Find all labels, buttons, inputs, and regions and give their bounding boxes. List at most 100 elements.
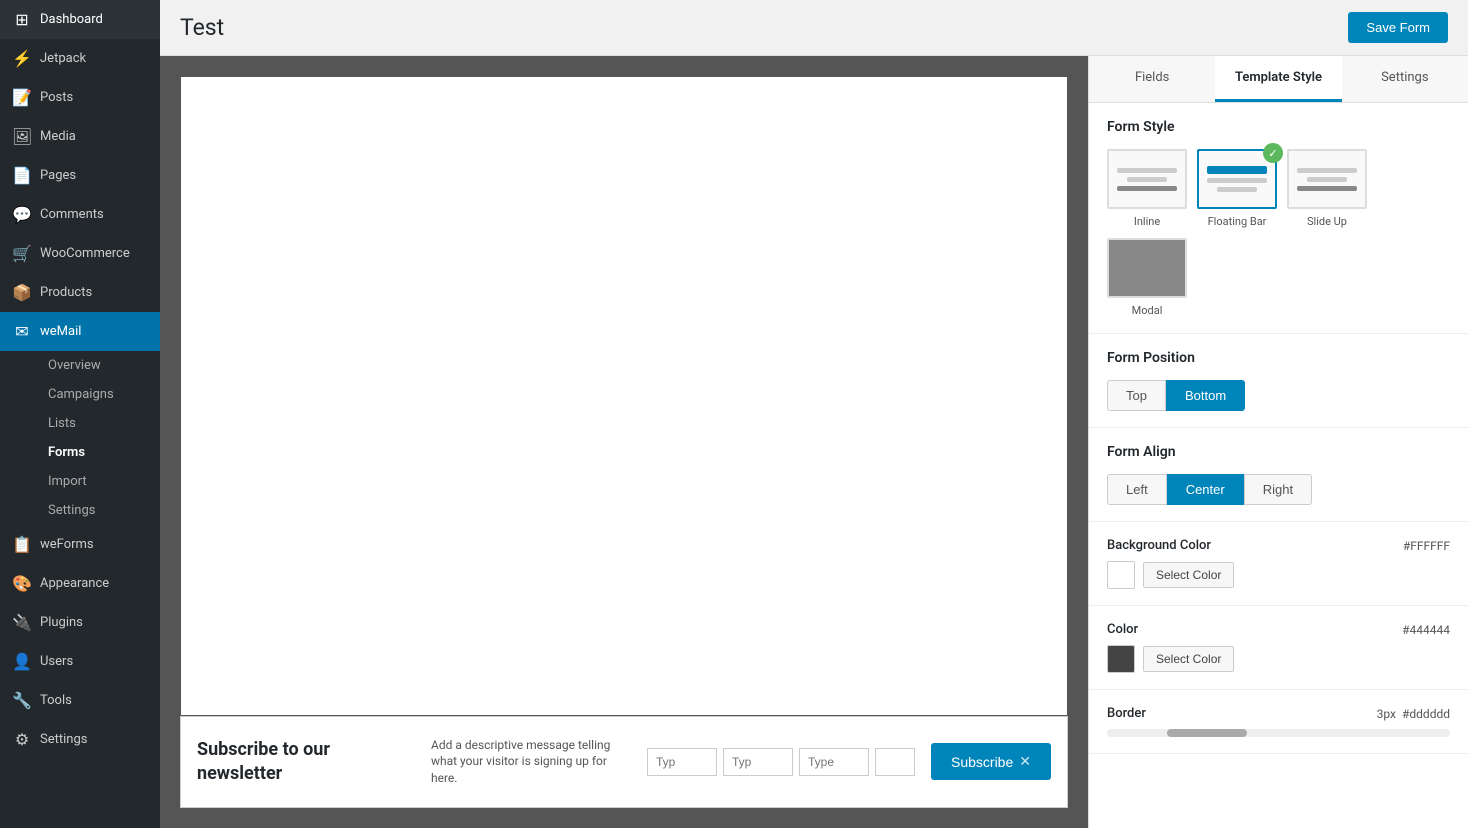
color-label: Color bbox=[1107, 622, 1138, 637]
style-inline-label: Inline bbox=[1134, 215, 1160, 228]
content-area: Subscribe to our newsletter Add a descri… bbox=[160, 56, 1468, 828]
form-position-title: Form Position bbox=[1107, 350, 1450, 366]
sidebar-item-lists[interactable]: Lists bbox=[36, 409, 160, 438]
selected-check: ✓ bbox=[1263, 143, 1283, 163]
sidebar-item-posts[interactable]: 📝 Posts bbox=[0, 78, 160, 117]
sidebar-item-overview[interactable]: Overview bbox=[36, 351, 160, 380]
sidebar-submenu: Overview Campaigns Lists Forms Import Se… bbox=[0, 351, 160, 525]
style-inline-thumb bbox=[1107, 149, 1187, 209]
style-floating-bar-thumb: ✓ bbox=[1197, 149, 1277, 209]
style-floating-bar[interactable]: ✓ Floating Bar bbox=[1197, 149, 1277, 228]
subscribe-text-block: Subscribe to our newsletter bbox=[197, 738, 415, 785]
sidebar-item-comments[interactable]: 💬 Comments bbox=[0, 195, 160, 234]
sidebar-item-dashboard[interactable]: ⊞ Dashboard bbox=[0, 0, 160, 39]
thumb-line bbox=[1297, 186, 1357, 191]
page-title: Test bbox=[180, 14, 224, 41]
color-swatch[interactable] bbox=[1107, 645, 1135, 673]
style-slide-up-thumb bbox=[1287, 149, 1367, 209]
style-inline[interactable]: Inline bbox=[1107, 149, 1187, 228]
tab-settings[interactable]: Settings bbox=[1342, 56, 1468, 102]
save-form-button[interactable]: Save Form bbox=[1348, 12, 1448, 43]
sidebar-item-campaigns[interactable]: Campaigns bbox=[36, 380, 160, 409]
pages-icon: 📄 bbox=[12, 166, 32, 185]
color-picker-row: Select Color bbox=[1107, 645, 1450, 673]
style-modal-thumb bbox=[1107, 238, 1187, 298]
tab-fields[interactable]: Fields bbox=[1089, 56, 1215, 102]
sidebar-item-plugins[interactable]: 🔌 Plugins bbox=[0, 603, 160, 642]
sidebar-item-products[interactable]: 📦 Products bbox=[0, 273, 160, 312]
subscribe-desc: Add a descriptive message telling what y… bbox=[431, 737, 631, 787]
jetpack-icon: ⚡ bbox=[12, 49, 32, 68]
style-slide-up[interactable]: Slide Up bbox=[1287, 149, 1367, 228]
products-icon: 📦 bbox=[12, 283, 32, 302]
field-3[interactable] bbox=[799, 748, 869, 776]
background-color-label: Background Color bbox=[1107, 538, 1211, 553]
sidebar-item-woocommerce[interactable]: 🛒 WooCommerce bbox=[0, 234, 160, 273]
settings2-icon: ⚙ bbox=[12, 730, 32, 749]
topbar: Test Save Form bbox=[160, 0, 1468, 56]
comments-icon: 💬 bbox=[12, 205, 32, 224]
sidebar-item-pages[interactable]: 📄 Pages bbox=[0, 156, 160, 195]
sidebar-item-weforms[interactable]: 📋 weForms bbox=[0, 525, 160, 564]
form-style-section: Form Style Inline ✓ bbox=[1089, 103, 1468, 334]
background-color-row: Background Color #FFFFFF bbox=[1107, 538, 1450, 553]
thumb-line bbox=[1297, 168, 1357, 173]
weforms-icon: 📋 bbox=[12, 535, 32, 554]
media-icon: 🖼 bbox=[12, 127, 32, 146]
sidebar-item-wemail[interactable]: ✉ weMail bbox=[0, 312, 160, 351]
sidebar-item-settings2[interactable]: ⚙ Settings bbox=[0, 720, 160, 759]
field-4[interactable] bbox=[875, 748, 915, 776]
border-label: Border bbox=[1107, 706, 1146, 721]
align-left-button[interactable]: Left bbox=[1107, 474, 1167, 505]
sidebar-item-import[interactable]: Import bbox=[36, 467, 160, 496]
close-icon: ✕ bbox=[1019, 753, 1031, 770]
appearance-icon: 🎨 bbox=[12, 574, 32, 593]
users-icon: 👤 bbox=[12, 652, 32, 671]
position-bottom-button[interactable]: Bottom bbox=[1166, 380, 1245, 411]
form-style-title: Form Style bbox=[1107, 119, 1450, 135]
position-top-button[interactable]: Top bbox=[1107, 380, 1166, 411]
plugins-icon: 🔌 bbox=[12, 613, 32, 632]
background-color-select-button[interactable]: Select Color bbox=[1143, 562, 1234, 588]
style-modal[interactable]: Modal bbox=[1107, 238, 1187, 317]
color-select-button[interactable]: Select Color bbox=[1143, 646, 1234, 672]
thumb-line bbox=[1117, 186, 1177, 191]
field-1[interactable] bbox=[647, 748, 717, 776]
thumb-line-blue bbox=[1207, 166, 1267, 174]
form-fields-row bbox=[647, 748, 915, 776]
border-slider-track[interactable] bbox=[1107, 729, 1450, 737]
sidebar-item-tools[interactable]: 🔧 Tools bbox=[0, 681, 160, 720]
sidebar: ⊞ Dashboard ⚡ Jetpack 📝 Posts 🖼 Media 📄 … bbox=[0, 0, 160, 828]
background-color-picker-row: Select Color bbox=[1107, 561, 1450, 589]
posts-icon: 📝 bbox=[12, 88, 32, 107]
tab-template-style[interactable]: Template Style bbox=[1215, 56, 1341, 102]
color-value: #444444 bbox=[1402, 623, 1450, 637]
sidebar-item-settings[interactable]: Settings bbox=[36, 496, 160, 525]
background-color-swatch[interactable] bbox=[1107, 561, 1135, 589]
background-color-section: Background Color #FFFFFF Select Color bbox=[1089, 522, 1468, 606]
thumb-line bbox=[1217, 187, 1257, 192]
color-row: Color #444444 bbox=[1107, 622, 1450, 637]
sidebar-item-media[interactable]: 🖼 Media bbox=[0, 117, 160, 156]
woocommerce-icon: 🛒 bbox=[12, 244, 32, 263]
align-right-button[interactable]: Right bbox=[1244, 474, 1312, 505]
thumb-line bbox=[1207, 178, 1267, 183]
dashboard-icon: ⊞ bbox=[12, 10, 32, 29]
border-row: Border 3px #dddddd bbox=[1107, 706, 1450, 721]
thumb-line bbox=[1117, 168, 1177, 173]
subscribe-button[interactable]: Subscribe ✕ bbox=[931, 743, 1051, 780]
sidebar-item-jetpack[interactable]: ⚡ Jetpack bbox=[0, 39, 160, 78]
preview-form-bar: Subscribe to our newsletter Add a descri… bbox=[180, 716, 1068, 808]
sidebar-item-users[interactable]: 👤 Users bbox=[0, 642, 160, 681]
border-size: 3px bbox=[1377, 707, 1396, 721]
sidebar-item-forms[interactable]: Forms bbox=[36, 438, 160, 467]
style-floating-bar-label: Floating Bar bbox=[1208, 215, 1267, 228]
subscribe-heading: Subscribe to our newsletter bbox=[197, 738, 415, 785]
field-2[interactable] bbox=[723, 748, 793, 776]
style-slide-up-label: Slide Up bbox=[1307, 215, 1347, 228]
align-center-button[interactable]: Center bbox=[1167, 474, 1244, 505]
wemail-icon: ✉ bbox=[12, 322, 32, 341]
thumb-line bbox=[1127, 177, 1167, 182]
sidebar-item-appearance[interactable]: 🎨 Appearance bbox=[0, 564, 160, 603]
style-modal-label: Modal bbox=[1132, 304, 1163, 317]
